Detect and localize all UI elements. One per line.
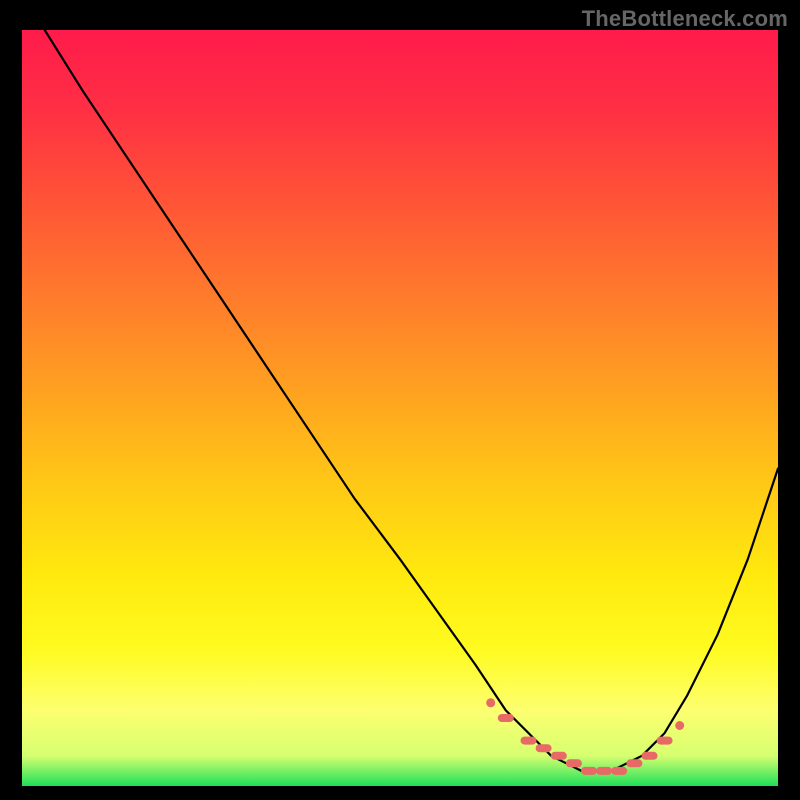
- chart-container: TheBottleneck.com: [0, 0, 800, 800]
- valley-marker: [581, 767, 597, 775]
- gradient-background: [22, 30, 778, 786]
- valley-marker: [657, 737, 673, 745]
- plot-area: [22, 30, 778, 786]
- valley-marker: [596, 767, 612, 775]
- valley-marker: [521, 737, 537, 745]
- valley-marker-dot: [486, 698, 495, 707]
- valley-marker: [551, 752, 567, 760]
- valley-marker: [498, 714, 514, 722]
- valley-marker: [566, 759, 582, 767]
- valley-marker: [642, 752, 658, 760]
- valley-marker-dot: [675, 721, 684, 730]
- valley-marker: [626, 759, 642, 767]
- valley-marker: [611, 767, 627, 775]
- valley-marker: [536, 744, 552, 752]
- chart-svg: [22, 30, 778, 786]
- watermark-text: TheBottleneck.com: [582, 6, 788, 32]
